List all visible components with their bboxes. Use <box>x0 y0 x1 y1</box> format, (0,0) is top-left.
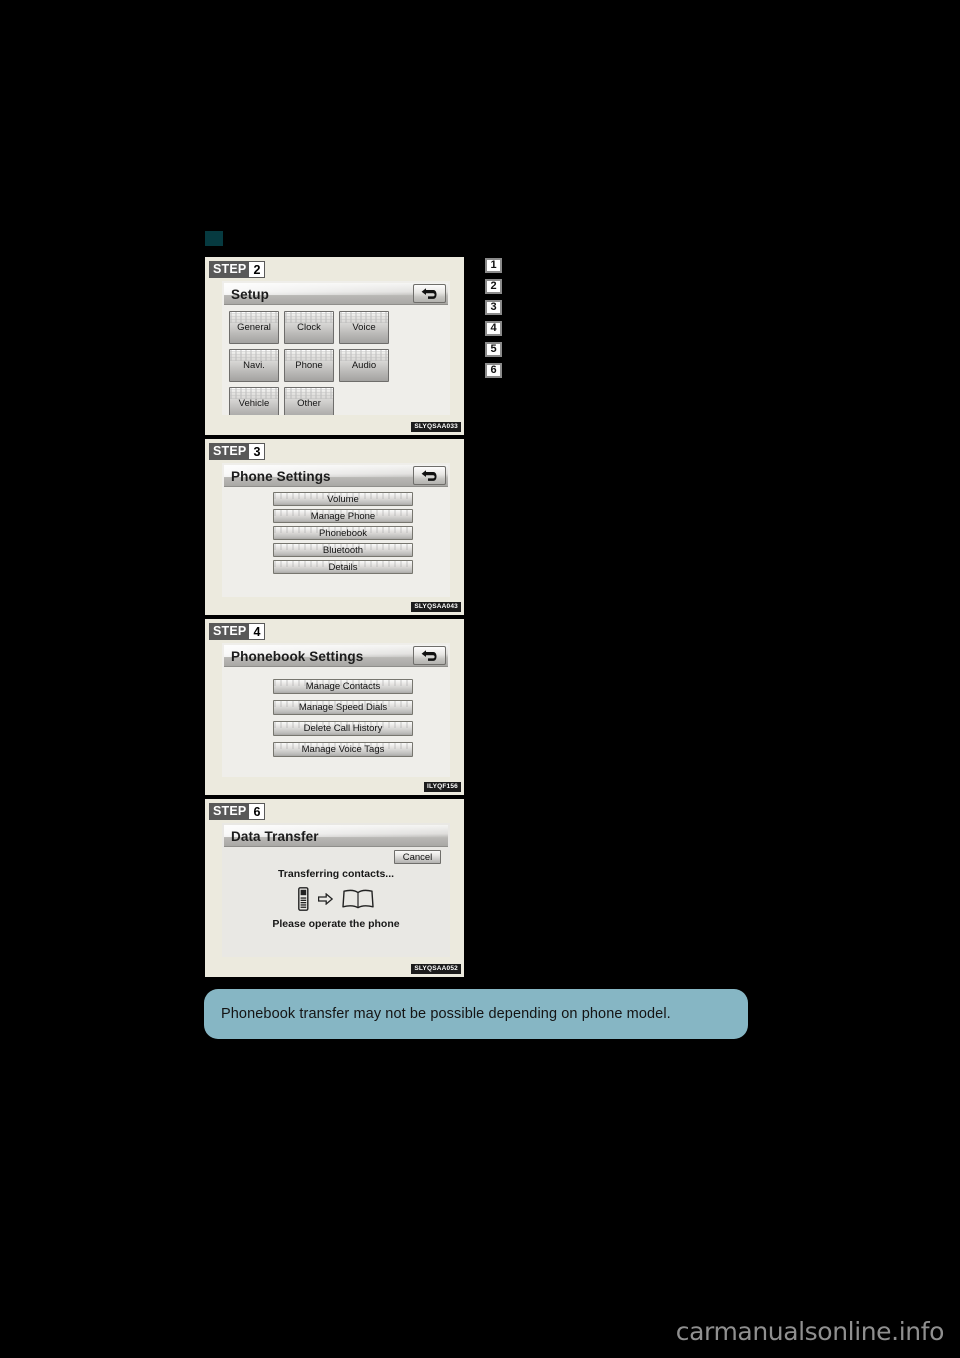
button-label: Vehicle <box>238 398 270 409</box>
callout-number-list: 1 2 3 4 5 6 <box>485 258 502 378</box>
back-button[interactable] <box>413 466 446 485</box>
callout-2: 2 <box>485 279 502 294</box>
setup-button-grid: General Clock Voice Navi. Phone Audio Ve… <box>229 311 443 415</box>
step-number: 4 <box>249 623 266 640</box>
step-panel-6: STEP 6 Data Transfer Cancel Transferring… <box>204 798 465 978</box>
screen-phone-settings: Phone Settings Volume Manage Phone Phone… <box>222 463 450 597</box>
open-book-icon <box>342 889 374 909</box>
callout-6: 6 <box>485 363 502 378</box>
setup-button-phone[interactable]: Phone <box>284 349 334 382</box>
screen-title: Setup <box>231 287 270 302</box>
button-label: General <box>237 322 271 333</box>
image-code: SLYQSAA052 <box>411 964 461 974</box>
button-label: Details <box>328 561 358 573</box>
step-number: 6 <box>249 803 266 820</box>
list-item-manage-contacts[interactable]: Manage Contacts <box>273 679 413 694</box>
image-code: SLYQSAA043 <box>411 602 461 612</box>
phone-settings-list: Volume Manage Phone Phonebook Bluetooth <box>273 492 413 574</box>
back-arrow-icon <box>421 469 437 481</box>
button-label: Manage Contacts <box>305 681 381 692</box>
list-item-delete-call-history[interactable]: Delete Call History <box>273 721 413 736</box>
step-badge-3: STEP 3 <box>209 443 266 460</box>
info-note-banner: Phonebook transfer may not be possible d… <box>204 989 748 1039</box>
step-number: 3 <box>249 443 266 460</box>
step-number: 2 <box>249 261 266 278</box>
step-panel-3: STEP 3 Phone Settings Volume Manage Phon… <box>204 438 465 616</box>
screen-title: Phone Settings <box>231 469 331 484</box>
setup-button-audio[interactable]: Audio <box>339 349 389 382</box>
callout-1: 1 <box>485 258 502 273</box>
list-item-volume[interactable]: Volume <box>273 492 413 506</box>
back-button[interactable] <box>413 284 446 303</box>
button-label: Manage Voice Tags <box>301 744 385 755</box>
step-panel-2: STEP 2 Setup General Clock Voice Navi. P… <box>204 256 465 436</box>
screen-data-transfer: Data Transfer Cancel Transferring contac… <box>222 823 450 957</box>
button-label: Other <box>297 398 321 409</box>
screen-title-bar: Setup <box>224 283 448 305</box>
transfer-icon-row <box>222 887 450 911</box>
setup-button-voice[interactable]: Voice <box>339 311 389 344</box>
button-label: Volume <box>327 493 359 505</box>
phonebook-settings-list: Manage Contacts Manage Speed Dials Delet… <box>273 679 413 757</box>
image-code: SLYQSAA033 <box>411 422 461 432</box>
setup-button-clock[interactable]: Clock <box>284 311 334 344</box>
button-label: Manage Phone <box>310 510 376 522</box>
setup-button-vehicle[interactable]: Vehicle <box>229 387 279 415</box>
setup-button-general[interactable]: General <box>229 311 279 344</box>
callout-3: 3 <box>485 300 502 315</box>
image-code: ILYQF156 <box>424 782 461 792</box>
button-label: Clock <box>297 322 321 333</box>
cancel-button[interactable]: Cancel <box>394 850 441 864</box>
back-arrow-icon <box>421 287 437 299</box>
button-label: Navi. <box>243 360 265 371</box>
step-word: STEP <box>209 443 250 460</box>
screen-title-bar: Phonebook Settings <box>224 645 448 667</box>
screen-phonebook-settings: Phonebook Settings Manage Contacts Manag… <box>222 643 450 777</box>
step-badge-6: STEP 6 <box>209 803 266 820</box>
setup-button-other[interactable]: Other <box>284 387 334 415</box>
transfer-instruction-message: Please operate the phone <box>272 918 400 930</box>
button-label: Voice <box>352 322 376 333</box>
button-label: Audio <box>351 360 377 371</box>
button-label: Manage Speed Dials <box>298 702 388 713</box>
callout-5: 5 <box>485 342 502 357</box>
step-badge-4: STEP 4 <box>209 623 266 640</box>
step-word: STEP <box>209 261 250 278</box>
transfer-status-message: Transferring contacts... <box>277 868 395 880</box>
step-panel-4: STEP 4 Phonebook Settings Manage Contact… <box>204 618 465 796</box>
list-item-manage-voice-tags[interactable]: Manage Voice Tags <box>273 742 413 757</box>
button-label: Bluetooth <box>322 544 364 556</box>
mobile-phone-icon <box>298 887 309 911</box>
right-arrow-icon <box>318 893 333 905</box>
back-arrow-icon <box>421 649 437 661</box>
screen-title-bar: Data Transfer <box>224 825 448 847</box>
step-panels: STEP 2 Setup General Clock Voice Navi. P… <box>204 256 465 980</box>
screen-title: Data Transfer <box>231 829 319 844</box>
section-marker <box>205 231 223 246</box>
list-item-details[interactable]: Details <box>273 560 413 574</box>
step-word: STEP <box>209 623 250 640</box>
list-item-bluetooth[interactable]: Bluetooth <box>273 543 413 557</box>
button-label: Phonebook <box>318 527 368 539</box>
button-label: Delete Call History <box>303 723 383 734</box>
step-badge-2: STEP 2 <box>209 261 266 278</box>
screen-title: Phonebook Settings <box>231 649 364 664</box>
button-label: Phone <box>295 360 323 371</box>
screen-title-bar: Phone Settings <box>224 465 448 487</box>
callout-4: 4 <box>485 321 502 336</box>
site-watermark: carmanualsonline.info <box>675 1317 945 1346</box>
screen-setup: Setup General Clock Voice Navi. Phone Au… <box>222 281 450 415</box>
setup-button-navi[interactable]: Navi. <box>229 349 279 382</box>
back-button[interactable] <box>413 646 446 665</box>
info-note-text: Phonebook transfer may not be possible d… <box>221 1006 671 1022</box>
button-label: Cancel <box>402 851 433 863</box>
list-item-manage-phone[interactable]: Manage Phone <box>273 509 413 523</box>
manual-page: STEP 2 Setup General Clock Voice Navi. P… <box>0 0 960 1358</box>
list-item-manage-speed-dials[interactable]: Manage Speed Dials <box>273 700 413 715</box>
step-word: STEP <box>209 803 250 820</box>
list-item-phonebook[interactable]: Phonebook <box>273 526 413 540</box>
